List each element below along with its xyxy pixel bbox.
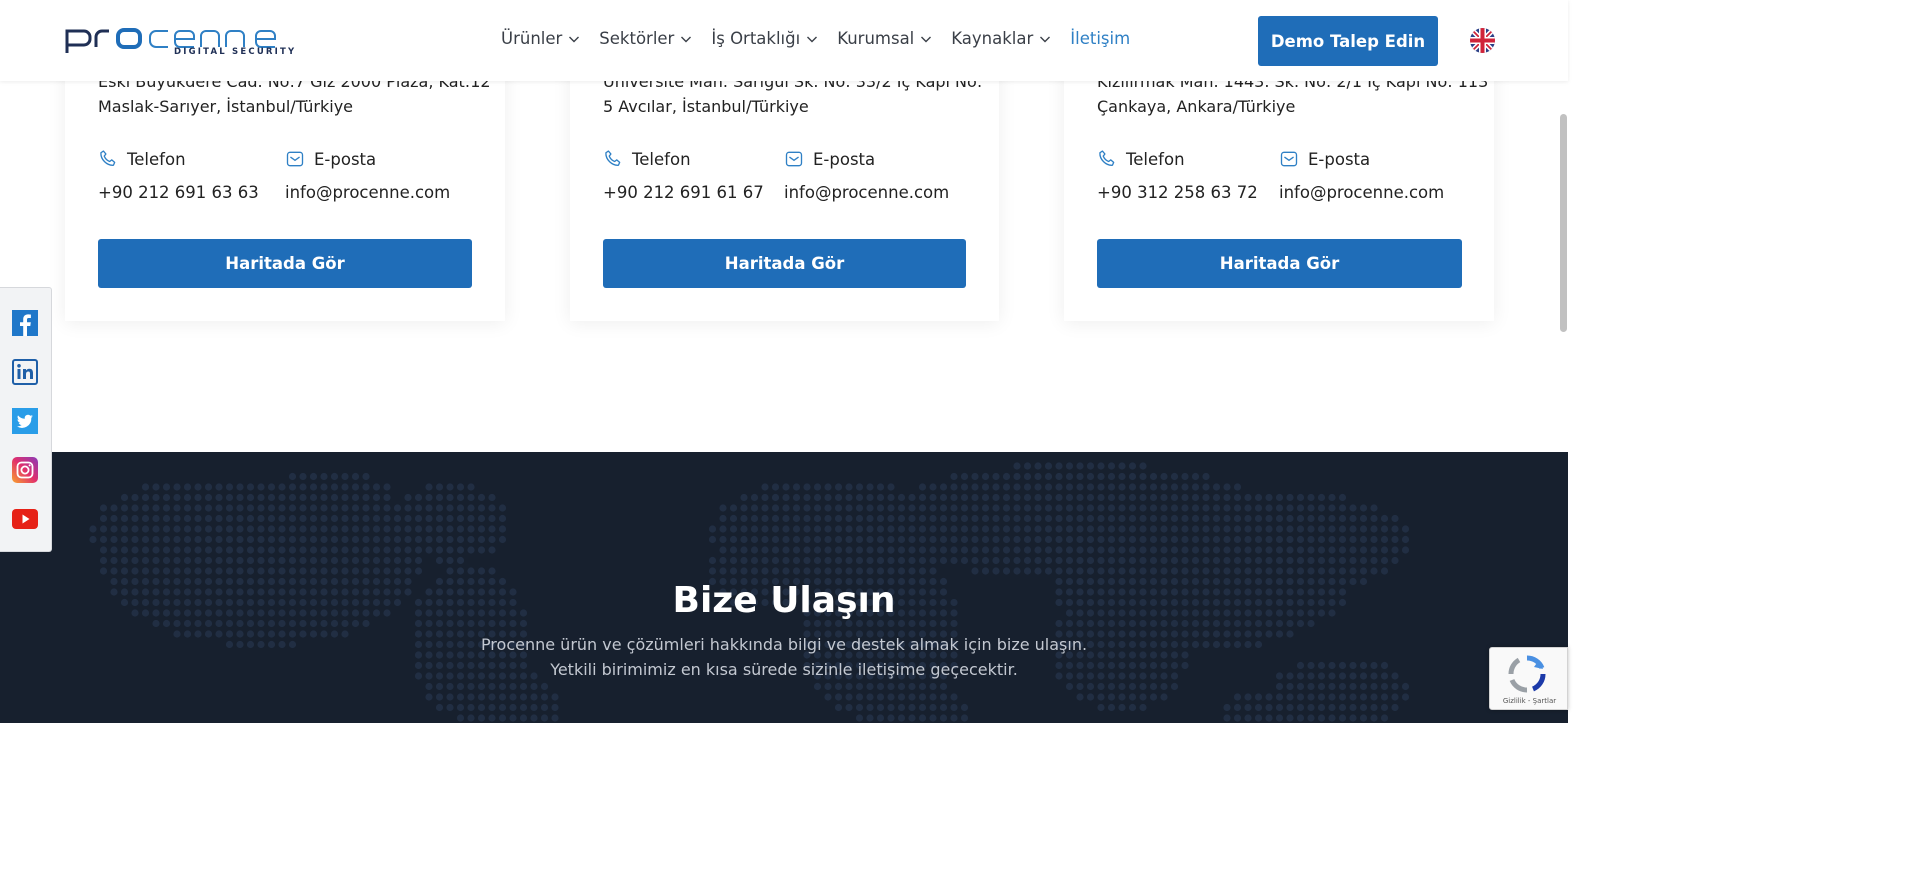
phone-link[interactable]: +90 212 691 61 67 bbox=[603, 183, 764, 202]
main-nav: Ürünler Sektörler İş Ortaklığı Kurumsal … bbox=[501, 29, 1149, 48]
email-link[interactable]: info@procenne.com bbox=[285, 183, 450, 202]
nav-label: İletişim bbox=[1070, 29, 1131, 48]
view-on-map-button[interactable]: Haritada Gör bbox=[603, 239, 966, 288]
youtube-icon[interactable] bbox=[12, 506, 38, 532]
phone-link[interactable]: +90 312 258 63 72 bbox=[1097, 183, 1258, 202]
demo-request-button[interactable]: Demo Talep Edin bbox=[1258, 16, 1438, 66]
phone-label-text: Telefon bbox=[632, 149, 691, 169]
email-label: E-posta bbox=[1279, 149, 1370, 169]
phone-icon bbox=[1099, 150, 1115, 166]
chevron-down-icon bbox=[569, 36, 580, 42]
nav-label: İş Ortaklığı bbox=[711, 29, 801, 48]
mail-icon bbox=[785, 151, 803, 167]
phone-label-text: Telefon bbox=[1126, 149, 1185, 169]
phone-label-text: Telefon bbox=[127, 149, 186, 169]
address-line-2: Çankaya, Ankara/Türkiye bbox=[1097, 97, 1296, 116]
email-label-text: E-posta bbox=[813, 149, 876, 169]
twitter-icon[interactable] bbox=[12, 408, 38, 434]
phone-link[interactable]: +90 212 691 63 63 bbox=[98, 183, 259, 202]
phone-label: Telefon bbox=[1097, 149, 1185, 169]
phone-icon bbox=[100, 150, 116, 166]
address-line-2: 5 Avcılar, İstanbul/Türkiye bbox=[603, 97, 809, 116]
view-on-map-button[interactable]: Haritada Gör bbox=[98, 239, 472, 288]
nav-item-kurumsal[interactable]: Kurumsal bbox=[837, 29, 932, 48]
recaptcha-icon bbox=[1508, 655, 1546, 693]
email-label: E-posta bbox=[784, 149, 875, 169]
phone-icon bbox=[605, 150, 621, 166]
email-label-text: E-posta bbox=[314, 149, 377, 169]
page-scrollbar[interactable] bbox=[1558, 0, 1568, 723]
nav-item-is-ortakligi[interactable]: İş Ortaklığı bbox=[711, 29, 818, 48]
view-on-map-button[interactable]: Haritada Gör bbox=[1097, 239, 1462, 288]
linkedin-icon[interactable] bbox=[12, 359, 38, 385]
mail-icon bbox=[286, 151, 304, 167]
nav-item-sektorler[interactable]: Sektörler bbox=[599, 29, 692, 48]
contact-title: Bize Ulaşın bbox=[672, 580, 896, 621]
facebook-icon[interactable] bbox=[12, 310, 38, 336]
nav-item-urunler[interactable]: Ürünler bbox=[501, 29, 580, 48]
contact-subtitle: Procenne ürün ve çözümleri hakkında bilg… bbox=[0, 632, 1568, 682]
email-link[interactable]: info@procenne.com bbox=[1279, 183, 1444, 202]
nav-item-kaynaklar[interactable]: Kaynaklar bbox=[951, 29, 1051, 48]
instagram-icon[interactable] bbox=[12, 457, 38, 483]
social-sidebar bbox=[0, 287, 52, 552]
email-label: E-posta bbox=[285, 149, 376, 169]
mail-icon bbox=[1280, 151, 1298, 167]
uk-flag-icon[interactable] bbox=[1470, 28, 1495, 53]
procenne-logo[interactable]: DIGITAL SECURITY bbox=[64, 20, 294, 60]
recaptcha-badge[interactable]: Gizlilik - Şartlar bbox=[1489, 647, 1568, 710]
scrollbar-thumb[interactable] bbox=[1560, 114, 1567, 332]
phone-label: Telefon bbox=[98, 149, 186, 169]
nav-label: Sektörler bbox=[599, 29, 675, 48]
chevron-down-icon bbox=[1040, 36, 1051, 42]
email-label-text: E-posta bbox=[1308, 149, 1371, 169]
nav-label: Kurumsal bbox=[837, 29, 915, 48]
chevron-down-icon bbox=[921, 36, 932, 42]
contact-subtitle-line-2: Yetkili birimimiz en kısa sürede sizinle… bbox=[550, 660, 1018, 679]
nav-label: Ürünler bbox=[501, 29, 563, 48]
contact-subtitle-line-1: Procenne ürün ve çözümleri hakkında bilg… bbox=[480, 635, 1088, 654]
chevron-down-icon bbox=[681, 36, 692, 42]
nav-item-iletisim[interactable]: İletişim bbox=[1070, 29, 1130, 48]
address-line-2: Maslak-Sarıyer, İstanbul/Türkiye bbox=[98, 97, 354, 116]
logo-tagline: DIGITAL SECURITY bbox=[174, 47, 297, 57]
chevron-down-icon bbox=[807, 36, 818, 42]
email-link[interactable]: info@procenne.com bbox=[784, 183, 949, 202]
site-header: DIGITAL SECURITY Ürünler Sektörler İş Or… bbox=[0, 0, 1568, 81]
nav-label: Kaynaklar bbox=[951, 29, 1034, 48]
contact-band: Bize Ulaşın Procenne ürün ve çözümleri h… bbox=[0, 452, 1568, 723]
phone-label: Telefon bbox=[603, 149, 691, 169]
